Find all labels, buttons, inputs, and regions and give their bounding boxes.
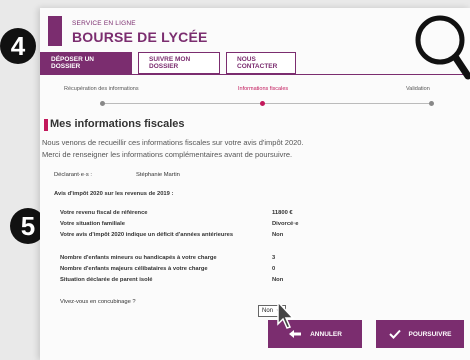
mouse-pointer-icon bbox=[277, 300, 295, 329]
step-dot-3 bbox=[429, 101, 434, 106]
check-icon bbox=[388, 329, 401, 339]
children-label-2: Nombre d'enfants majeurs célibataires à … bbox=[60, 266, 208, 272]
continue-button[interactable]: POURSUIVRE bbox=[376, 320, 464, 348]
step-track bbox=[102, 103, 432, 104]
main-tabs: DÉPOSER UN DOSSIER SUIVRE MON DOSSIER NO… bbox=[40, 52, 296, 74]
fiscal-label-3: Votre avis d'impôt 2020 indique un défic… bbox=[60, 232, 234, 238]
tab-divider bbox=[40, 74, 470, 75]
children-label-3: Situation déclarée de parent isolé bbox=[60, 277, 153, 283]
cancel-button-label: ANNULER bbox=[310, 330, 342, 338]
step-badge-4: 4 bbox=[0, 28, 36, 64]
brand-subtitle: SERVICE EN LIGNE bbox=[72, 20, 136, 27]
section-marker bbox=[44, 119, 48, 131]
logo-icon bbox=[48, 16, 62, 46]
step-dot-2 bbox=[260, 101, 265, 106]
tab-suivre[interactable]: SUIVRE MON DOSSIER bbox=[138, 52, 220, 74]
section-title: Mes informations fiscales bbox=[50, 118, 185, 130]
magnifier-icon bbox=[415, 15, 470, 80]
step-label-recuperation: Récupération des informations bbox=[64, 86, 139, 92]
children-value-3: Non bbox=[272, 277, 284, 283]
concubinage-label: Vivez-vous en concubinage ? bbox=[60, 299, 136, 305]
fiscal-label-2: Votre situation familiale bbox=[60, 221, 125, 227]
declarant-label: Déclarant·e·s : bbox=[54, 172, 93, 178]
children-value-1: 3 bbox=[272, 255, 276, 261]
intro-line-1: Nous venons de recueillir ces informatio… bbox=[42, 138, 304, 147]
brand-title: BOURSE DE LYCÉE bbox=[72, 29, 208, 45]
tab-deposer[interactable]: DÉPOSER UN DOSSIER bbox=[40, 52, 132, 74]
avis-heading: Avis d'impôt 2020 sur les revenus de 201… bbox=[54, 191, 174, 197]
fiscal-label-1: Votre revenu fiscal de référence bbox=[60, 210, 148, 216]
step-label-fiscal: Informations fiscales bbox=[238, 86, 289, 92]
children-label-1: Nombre d'enfants mineurs ou handicapés à… bbox=[60, 255, 217, 261]
step-dot-1 bbox=[100, 101, 105, 106]
form-page: SERVICE EN LIGNE BOURSE DE LYCÉE DÉPOSER… bbox=[40, 8, 470, 360]
intro-line-2: Merci de renseigner les informations com… bbox=[42, 150, 293, 159]
fiscal-value-2: Divorcé·e bbox=[272, 221, 299, 227]
fiscal-value-3: Non bbox=[272, 232, 284, 238]
children-value-2: 0 bbox=[272, 266, 276, 272]
tab-contact[interactable]: NOUS CONTACTER bbox=[226, 52, 296, 74]
continue-button-label: POURSUIVRE bbox=[408, 330, 452, 338]
fiscal-value-1: 11800 € bbox=[272, 210, 293, 216]
concubinage-value: Non bbox=[262, 308, 274, 314]
progress-steps: Récupération des informations Informatio… bbox=[40, 86, 470, 116]
declarant-value: Stéphanie Martin bbox=[136, 172, 180, 178]
arrow-left-icon bbox=[289, 330, 302, 338]
step-label-validation: Validation bbox=[406, 86, 430, 92]
